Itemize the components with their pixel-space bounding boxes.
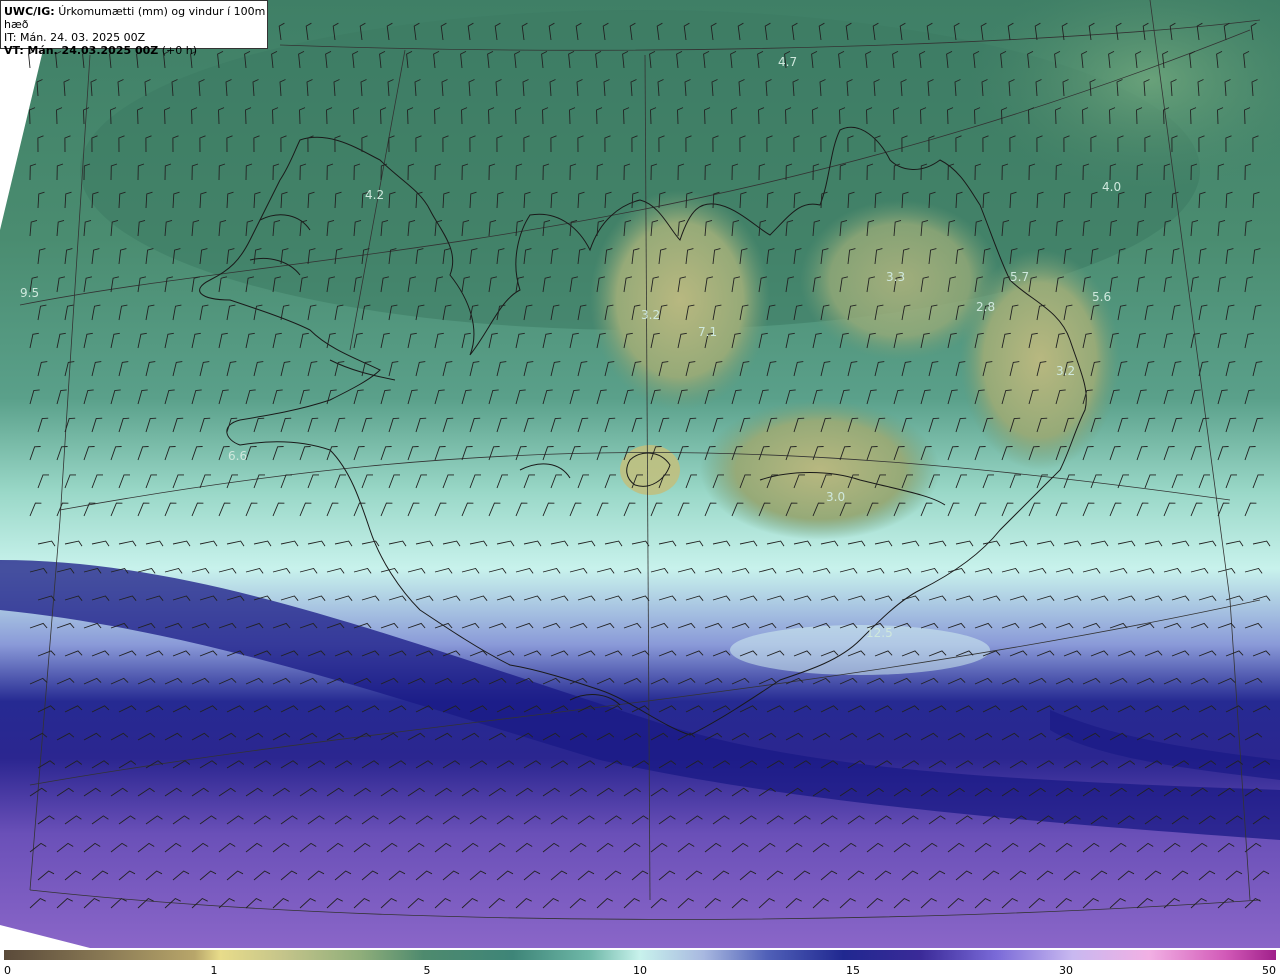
field-label: 9.5	[20, 286, 39, 300]
field-label: 4.7	[778, 55, 797, 69]
field-label: 2.8	[976, 300, 995, 314]
colorbar-tick: 50	[1262, 964, 1276, 977]
colorbar-tick: 30	[1059, 964, 1073, 977]
field-label: 3.3	[886, 270, 905, 284]
colorbar-tick: 0	[4, 964, 11, 977]
weather-map: 4.7 4.2 4.0 9.5 3.3 5.7 5.6 3.2 2.8 7.1 …	[0, 0, 1280, 948]
valid-offset: (+0 h)	[161, 44, 198, 57]
field-label: 5.6	[1092, 290, 1111, 304]
valid-time-line: VT: Mán. 24.03.2025 00Z (+0 h)	[4, 44, 267, 57]
colorbar-tick: 10	[633, 964, 647, 977]
colorbar-tick: 5	[423, 964, 431, 977]
colorbar-tick: 15	[846, 964, 860, 977]
colorbar-tick: 1	[210, 964, 218, 977]
field-label: 7.1	[698, 325, 717, 339]
field-label: 3.2	[1056, 364, 1075, 378]
info-box: UWC/IG: Úrkomumætti (mm) og vindur í 100…	[0, 0, 268, 57]
issue-time: IT: Mán. 24. 03. 2025 00Z	[4, 31, 146, 44]
product-code: UWC/IG:	[4, 5, 55, 18]
colorbar-strip	[4, 950, 1276, 960]
field-label: 4.0	[1102, 180, 1121, 194]
product-title-line: UWC/IG: Úrkomumætti (mm) og vindur í 100…	[4, 5, 267, 31]
field-label: 5.7	[1010, 270, 1029, 284]
field-label: 3.2	[641, 308, 660, 322]
colorbar: 0 1 5 10 15 30 50	[0, 948, 1280, 978]
field-label: 3.0	[826, 490, 845, 504]
field-label: 12.5	[866, 626, 893, 640]
field-label: 4.2	[365, 188, 384, 202]
valid-prefix: VT:	[4, 44, 24, 57]
field-label: 6.6	[228, 449, 247, 463]
valid-time: Mán. 24.03.2025 00Z	[27, 44, 159, 57]
